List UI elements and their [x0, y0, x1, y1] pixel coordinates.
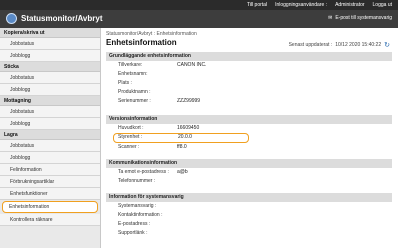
- info-label: Huvudkort :: [118, 125, 144, 131]
- main-content: Statusmonitor/Avbryt : Enhetsinformation…: [104, 28, 394, 248]
- sidebar-item-device-features[interactable]: Enhetsfunktioner: [0, 188, 100, 200]
- app-header: Statusmonitor/Avbryt ✉ E-post till syste…: [0, 10, 398, 28]
- sidebar-item-copy-jobstatus[interactable]: Jobbstatus: [0, 38, 100, 50]
- info-label: Styrenhet :: [118, 134, 143, 140]
- info-row: Kontaktinformation :: [106, 211, 392, 220]
- sidebar-item-receive-joblog[interactable]: Jobblogg: [0, 118, 100, 130]
- info-label: Telefonnummer :: [118, 178, 156, 184]
- section-version-info: Versionsinformation Huvudkort :16609450 …: [106, 115, 392, 152]
- sidebar-group-store: Lagra: [0, 130, 100, 140]
- info-value: 16609450: [177, 125, 200, 131]
- app-brand: Statusmonitor/Avbryt: [6, 13, 103, 24]
- info-label: Serienummer :: [118, 98, 151, 104]
- info-label: Enhetsnamn:: [118, 71, 148, 77]
- info-row: E-postadress :: [106, 220, 392, 229]
- mail-icon: ✉: [328, 15, 333, 21]
- info-row: Plats :: [106, 79, 392, 88]
- sidebar-item-receive-jobstatus[interactable]: Jobbstatus: [0, 106, 100, 118]
- last-updated-value: 10/12 2020 15:40:22: [335, 42, 382, 48]
- top-bar: Till portal Inloggningsanvändare : Admin…: [0, 0, 398, 10]
- info-value: CANON INC.: [177, 62, 207, 68]
- info-label: Ta emot e-postadress :: [118, 169, 169, 175]
- page-title: Enhetsinformation: [106, 38, 177, 47]
- info-label: Systemansvarig :: [118, 203, 157, 209]
- refresh-icon[interactable]: ↻: [384, 41, 390, 49]
- sidebar-item-copy-joblog[interactable]: Jobblogg: [0, 50, 100, 62]
- sidebar-item-error-info[interactable]: Felinformation: [0, 164, 100, 176]
- login-user-label: Inloggningsanvändare :: [275, 2, 328, 8]
- info-value: a@b: [177, 169, 188, 175]
- info-value: ZZZ99999: [177, 98, 201, 104]
- info-label: Plats :: [118, 80, 132, 86]
- section-communication-info: Kommunikationsinformation Ta emot e-post…: [106, 159, 392, 186]
- section-heading: Grundläggande enhetsinformation: [106, 52, 392, 61]
- sidebar-item-consumables[interactable]: Förbrukningsartiklar: [0, 176, 100, 188]
- breadcrumb: Statusmonitor/Avbryt : Enhetsinformation: [106, 31, 197, 37]
- sidebar-group-send: Sticka: [0, 62, 100, 72]
- sidebar-item-send-jobstatus[interactable]: Jobbstatus: [0, 72, 100, 84]
- info-row: Supportlänk :: [106, 229, 392, 238]
- info-label: Tillverkare:: [118, 62, 143, 68]
- sidebar-group-receive: Mottagning: [0, 96, 100, 106]
- info-label: Produktnamn :: [118, 89, 151, 95]
- info-row: Huvudkort : 16609450: [106, 124, 392, 133]
- section-heading: Information för systemansvarig: [106, 193, 392, 202]
- section-heading: Kommunikationsinformation: [106, 159, 392, 168]
- mail-admin-label: E-post till systemansvarig: [335, 15, 392, 21]
- info-value: ff8.0: [177, 144, 187, 150]
- info-row: Tillverkare: CANON INC.: [106, 61, 392, 70]
- info-row: Systemansvarig :: [106, 202, 392, 211]
- controller-version-row: Styrenhet : 20.0.0: [113, 133, 249, 143]
- status-monitor-icon: [6, 13, 17, 24]
- portal-link[interactable]: Till portal: [247, 2, 267, 8]
- mail-admin-link[interactable]: ✉ E-post till systemansvarig: [328, 15, 392, 21]
- app-title: Statusmonitor/Avbryt: [21, 14, 103, 23]
- info-label: Scanner :: [118, 144, 140, 150]
- info-row: Serienummer : ZZZ99999: [106, 97, 392, 106]
- info-row: Enhetsnamn:: [106, 70, 392, 79]
- info-row: Telefonnummer :: [106, 177, 392, 186]
- sidebar: Kopiera/skriva ut Jobbstatus Jobblogg St…: [0, 28, 101, 248]
- sidebar-item-store-joblog[interactable]: Jobblogg: [0, 152, 100, 164]
- section-basic-info: Grundläggande enhetsinformation Tillverk…: [106, 52, 392, 106]
- info-row: Scanner : ff8.0: [106, 143, 392, 152]
- info-label: E-postadress :: [118, 221, 151, 227]
- last-updated: Senast uppdaterat : 10/12 2020 15:40:22 …: [289, 41, 390, 49]
- sidebar-item-check-counter[interactable]: Kontrollera räknare: [0, 214, 100, 226]
- last-updated-label: Senast uppdaterat :: [288, 42, 333, 48]
- info-row: Ta emot e-postadress : a@b: [106, 168, 392, 177]
- sidebar-item-send-joblog[interactable]: Jobblogg: [0, 84, 100, 96]
- sidebar-item-device-info[interactable]: Enhetsinformation: [2, 201, 98, 213]
- logout-link[interactable]: Logga ut: [373, 2, 392, 8]
- login-user-name: Administrator: [335, 2, 365, 8]
- sidebar-group-copy: Kopiera/skriva ut: [0, 28, 100, 38]
- sidebar-item-store-jobstatus[interactable]: Jobbstatus: [0, 140, 100, 152]
- info-label: Supportlänk :: [118, 230, 148, 236]
- info-row: Produktnamn :: [106, 88, 392, 97]
- info-value: 20.0.0: [178, 134, 192, 140]
- section-admin-info: Information för systemansvarig Systemans…: [106, 193, 392, 238]
- info-label: Kontaktinformation :: [118, 212, 163, 218]
- section-heading: Versionsinformation: [106, 115, 392, 124]
